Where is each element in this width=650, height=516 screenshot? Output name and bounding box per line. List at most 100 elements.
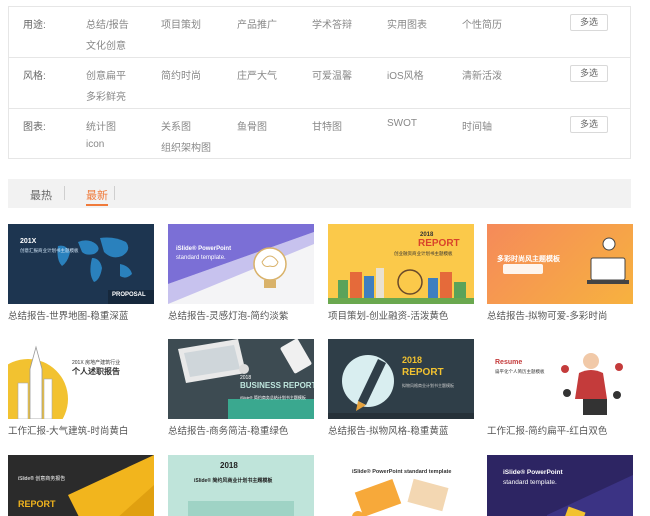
desk-items-graphic	[352, 478, 449, 516]
filter-option[interactable]: 清新活泼	[462, 67, 502, 82]
filter-option[interactable]: 产品推广	[237, 16, 277, 31]
template-thumbnail[interactable]: iSlide® 创意商务报告 REPORT	[8, 455, 154, 516]
filter-row-style: 风格: 创意扁平 简约时尚 庄严大气 可爱温馨 iOS风格 清新活泼 多彩鲜亮 …	[9, 58, 630, 109]
thumb-title: iSlide® PowerPoint standard template	[352, 469, 452, 475]
sort-tab-new[interactable]: 最新	[86, 187, 108, 203]
thumb-big: REPORT	[18, 499, 56, 509]
thumb-big: REPORT	[402, 367, 444, 378]
template-caption[interactable]: 总结报告-灵感灯泡-简约淡紫	[168, 308, 314, 322]
divider	[64, 186, 65, 200]
building-graphic	[8, 345, 68, 419]
thumb-title: 多彩时尚风主题模板	[497, 256, 560, 263]
template-thumbnail[interactable]: 2018 iSlide® 简约风商业计划书主题模板	[168, 455, 314, 516]
template-card[interactable]: Resume 扁平化个人简历主题模板 工作汇报-简约扁平-红白双色	[487, 339, 633, 437]
sort-tab-hot[interactable]: 最热	[30, 187, 52, 203]
template-card[interactable]: iSlide® PowerPoint standard template. 总结…	[168, 224, 314, 322]
thumb-title: 201X 房地产建筑行业	[72, 360, 121, 366]
filter-row-usage: 用途: 总结/报告 项目策划 产品推广 学术答辩 实用图表 个性简历 文化创意 …	[9, 7, 630, 58]
thumb-title: iSlide® PowerPoint	[176, 246, 232, 252]
filter-option[interactable]: 项目策划	[161, 16, 201, 31]
divider	[114, 186, 115, 200]
filter-option[interactable]: 甘特图	[312, 118, 342, 133]
thumb-title: 2018	[402, 355, 423, 365]
template-caption[interactable]: 总结报告-世界地图-稳重深蓝	[8, 308, 154, 322]
thumb-big: REPORT	[418, 238, 460, 249]
template-card[interactable]: 多彩时尚风主题模板 总结报告-拟物可爱-多彩时尚	[487, 224, 633, 322]
filter-option[interactable]: 文化创意	[86, 37, 126, 52]
city-graphic	[328, 224, 474, 304]
template-thumbnail[interactable]: 2018 BUSINESS REPORT iSlide® 简约商务总结计划书主题…	[168, 339, 314, 419]
template-card[interactable]: 2018 BUSINESS REPORT iSlide® 简约商务总结计划书主题…	[168, 339, 314, 437]
template-card[interactable]: 2018 REPORT 拟物风格商业计划书主题模板 总结报告-拟物风格-稳重黄蓝	[328, 339, 474, 437]
objects-graphic	[503, 237, 629, 284]
template-thumbnail[interactable]: iSlide® PowerPoint standard template.	[168, 224, 314, 304]
filter-label: 图表:	[23, 122, 46, 133]
filter-option[interactable]: 时间轴	[462, 118, 492, 133]
filter-option[interactable]: 学术答辩	[312, 16, 352, 31]
template-thumbnail[interactable]: 2018 REPORT 创业融资商业计划书主题模板	[328, 224, 474, 304]
filter-label: 用途:	[23, 20, 46, 31]
template-thumbnail[interactable]: 多彩时尚风主题模板	[487, 224, 633, 304]
template-thumbnail[interactable]: 201X 创意汇报商业计划书主题模板 PROPOSAL	[8, 224, 154, 304]
filter-label: 风格:	[23, 71, 46, 82]
filter-option[interactable]: 统计图	[86, 118, 116, 133]
template-thumbnail[interactable]: 2018 REPORT 拟物风格商业计划书主题模板	[328, 339, 474, 419]
template-card[interactable]: iSlide® PowerPoint standard template	[328, 455, 474, 516]
pen-graphic	[328, 355, 474, 419]
thumb-subtitle: iSlide® 简约商务总结计划书主题模板	[240, 395, 306, 400]
thumb-title: iSlide® 创意商务报告	[18, 476, 66, 482]
filter-option[interactable]: 庄严大气	[237, 67, 277, 82]
filter-option[interactable]: iOS风格	[387, 67, 424, 82]
filter-option[interactable]: 个性简历	[462, 16, 502, 31]
thumb-title: 201X	[20, 238, 37, 245]
template-card[interactable]: 201X 房地产建筑行业 个人述职报告 工作汇报-大气建筑-时尚黄白	[8, 339, 154, 437]
thumb-subtitle: 创业融资商业计划书主题模板	[394, 251, 453, 256]
multi-select-button[interactable]: 多选	[570, 116, 608, 133]
thumb-big: BUSINESS REPORT	[240, 381, 314, 390]
filter-option[interactable]: 鱼骨图	[237, 118, 267, 133]
thumb-subtitle: 扁平化个人简历主题模板	[495, 369, 545, 374]
template-caption[interactable]: 项目策划-创业融资-活泼黄色	[328, 308, 474, 322]
filter-option[interactable]: 总结/报告	[86, 16, 129, 31]
template-card[interactable]: 2018 REPORT 创业融资商业计划书主题模板 项目策划-创业融资-活泼黄色	[328, 224, 474, 322]
lightbulb-graphic	[168, 224, 314, 304]
thumb-big: 个人述职报告	[72, 367, 120, 376]
filter-option[interactable]: SWOT	[387, 118, 417, 129]
filter-option[interactable]: 创意扁平	[86, 67, 126, 82]
filter-option[interactable]: 可爱温馨	[312, 67, 352, 82]
green-pattern-graphic	[168, 455, 314, 516]
filter-option[interactable]: 组织架构图	[161, 139, 211, 154]
thumb-subtitle: iSlide® 简约风商业计划书主题模板	[194, 478, 273, 484]
thumb-subtitle: 拟物风格商业计划书主题模板	[402, 383, 454, 388]
thumb-subtitle: standard template.	[176, 255, 226, 261]
filter-option[interactable]: 实用图表	[387, 16, 427, 31]
filter-option[interactable]: icon	[86, 139, 104, 150]
template-caption[interactable]: 总结报告-拟物可爱-多彩时尚	[487, 308, 633, 322]
template-thumbnail[interactable]: 201X 房地产建筑行业 个人述职报告	[8, 339, 154, 419]
template-thumbnail[interactable]: Resume 扁平化个人简历主题模板	[487, 339, 633, 419]
filter-option[interactable]: 关系图	[161, 118, 191, 133]
thumb-tag: PROPOSAL	[112, 292, 146, 298]
template-card[interactable]: 201X 创意汇报商业计划书主题模板 PROPOSAL 总结报告-世界地图-稳重…	[8, 224, 154, 322]
template-card[interactable]: iSlide® PowerPoint standard template.	[487, 455, 633, 516]
template-caption[interactable]: 工作汇报-大气建筑-时尚黄白	[8, 423, 154, 437]
active-tab-indicator	[86, 204, 108, 206]
multi-select-button[interactable]: 多选	[570, 14, 608, 31]
person-graphic	[561, 353, 623, 415]
filter-option[interactable]: 多彩鲜亮	[86, 88, 126, 103]
sort-bar: 最热 最新	[8, 179, 631, 208]
thumb-subtitle: 创意汇报商业计划书主题模板	[20, 248, 79, 253]
template-caption[interactable]: 总结报告-拟物风格-稳重黄蓝	[328, 423, 474, 437]
template-caption[interactable]: 工作汇报-简约扁平-红白双色	[487, 423, 633, 437]
template-caption[interactable]: 总结报告-商务简洁-稳重绿色	[168, 423, 314, 437]
thumb-title: 2018	[220, 461, 238, 470]
template-thumbnail[interactable]: iSlide® PowerPoint standard template	[328, 455, 474, 516]
template-card[interactable]: 2018 iSlide® 简约风商业计划书主题模板	[168, 455, 314, 516]
filter-option[interactable]: 简约时尚	[161, 67, 201, 82]
multi-select-button[interactable]: 多选	[570, 65, 608, 82]
thumb-title: iSlide® PowerPoint	[503, 469, 563, 476]
template-thumbnail[interactable]: iSlide® PowerPoint standard template.	[487, 455, 633, 516]
filter-row-chart: 图表: 统计图 关系图 鱼骨图 甘特图 SWOT 时间轴 icon 组织架构图 …	[9, 109, 630, 160]
thumb-subtitle: standard template.	[503, 479, 557, 486]
template-card[interactable]: iSlide® 创意商务报告 REPORT	[8, 455, 154, 516]
